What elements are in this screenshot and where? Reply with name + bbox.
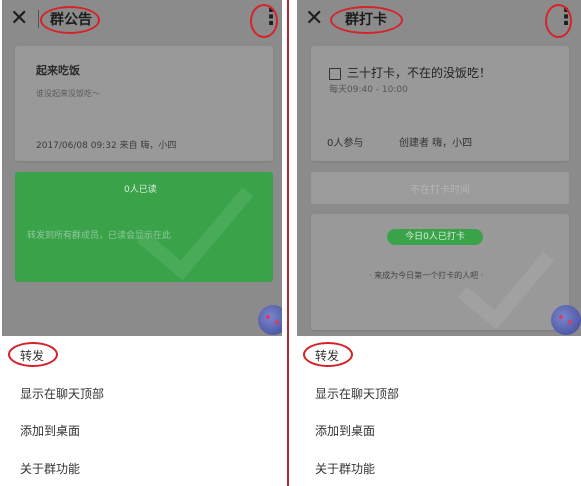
read-hint: 转发到所有群成员，已读会显示在此 [27, 231, 172, 241]
menu-item-about[interactable]: 关于群功能 [20, 460, 80, 477]
checkin-time: 每天09:40 - 10:00 [329, 85, 408, 95]
group-announcement-screen: ✕ 群公告 ⋮ 起来吃饭 谁没起来没饭吃～ 2017/06/08 09:32 来… [2, 0, 282, 486]
menu-item-add-to-desktop[interactable]: 添加到桌面 [315, 422, 375, 439]
panel-divider [287, 0, 289, 486]
notice-body: 谁没起来没饭吃～ [36, 89, 100, 98]
read-status-panel: 0人已读 转发到所有群成员，已读会显示在此 [15, 157, 273, 282]
empty-checkin-hint: · 来成为今日第一个打卡的人吧 · [369, 271, 484, 280]
notice-meta: 2017/06/08 09:32 来自 嗨，小四 [36, 141, 177, 151]
today-checkin-badge: 今日0人已打卡 [387, 229, 483, 245]
notice-headline: 起来吃饭 [36, 64, 80, 77]
read-count: 0人已读 [124, 185, 157, 195]
menu-item-about[interactable]: 关于群功能 [315, 460, 375, 477]
checkin-button-disabled[interactable]: 不在打卡时间 [311, 172, 569, 204]
checkin-participants: 0人参与 [327, 138, 364, 149]
avatar-dot [568, 320, 572, 324]
menu-item-pin-to-top[interactable]: 显示在聊天顶部 [315, 385, 399, 402]
notice-card[interactable]: 起来吃饭 谁没起来没饭吃～ 2017/06/08 09:32 来自 嗨，小四 [15, 46, 273, 161]
checkin-headline: 三十打卡，不在的没饭吃！ [347, 66, 492, 80]
annotation-circle-title [330, 6, 403, 34]
avatar-dot [266, 315, 270, 319]
menu-item-add-to-desktop[interactable]: 添加到桌面 [20, 422, 80, 439]
checkin-creator: 创建者 嗨，小四 [399, 138, 473, 149]
avatar[interactable] [551, 305, 581, 335]
annotation-circle-menu [250, 4, 278, 38]
annotation-circle-forward [8, 342, 58, 367]
checkin-card[interactable]: 三十打卡，不在的没饭吃！ 每天09:40 - 10:00 0人参与 创建者 嗨，… [311, 46, 569, 161]
annotation-circle-title [40, 6, 100, 34]
annotation-circle-forward [303, 342, 353, 367]
today-checkin-panel: 今日0人已打卡 · 来成为今日第一个打卡的人吧 · [311, 214, 569, 330]
annotation-circle-menu [545, 4, 572, 38]
title-separator [38, 10, 39, 28]
avatar-dot [559, 315, 563, 319]
decorative-check-shape [136, 157, 254, 281]
close-icon[interactable]: ✕ [10, 5, 28, 33]
checkin-button-label: 不在打卡时间 [410, 185, 470, 196]
avatar-dot [275, 320, 279, 324]
checkbox-icon [329, 68, 341, 80]
group-checkin-screen: ✕ 群打卡 ⋮ 三十打卡，不在的没饭吃！ 每天09:40 - 10:00 0人参… [297, 0, 581, 486]
menu-item-pin-to-top[interactable]: 显示在聊天顶部 [20, 385, 104, 402]
avatar[interactable] [258, 305, 282, 335]
close-icon[interactable]: ✕ [305, 5, 323, 33]
